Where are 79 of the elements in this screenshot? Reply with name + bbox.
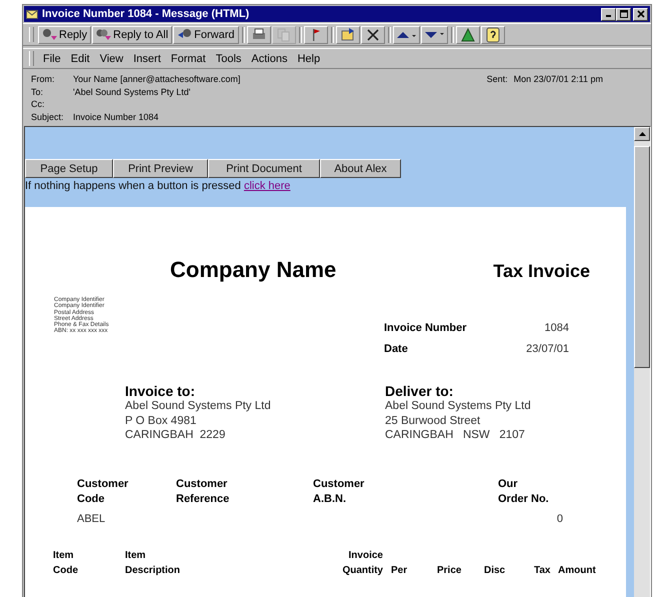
column-header: Price xyxy=(437,564,462,578)
page-button[interactable]: About Alex xyxy=(320,159,401,178)
address-heading: Deliver to: xyxy=(385,383,454,399)
maximize-button[interactable] xyxy=(616,8,631,20)
column-header: Our Order No. xyxy=(498,476,550,506)
maximize-icon xyxy=(620,10,628,18)
column-header: Item Code xyxy=(53,548,78,578)
page-button[interactable]: Print Document xyxy=(208,159,320,178)
address-line: CARINGBAH NSW 2107 xyxy=(385,428,526,442)
company-name: Company Name xyxy=(170,257,336,283)
column-header: Item Description xyxy=(125,548,180,578)
delete-icon xyxy=(364,26,380,42)
printer-button[interactable] xyxy=(246,26,270,44)
menu-item[interactable]: Insert xyxy=(128,52,166,64)
help-icon xyxy=(484,26,500,42)
field-label: Invoice Number xyxy=(384,322,467,336)
address-line: CARINGBAH 2229 xyxy=(125,428,226,442)
reply-all-icon xyxy=(96,26,112,42)
menu-item[interactable]: Format xyxy=(166,52,211,64)
close-button[interactable] xyxy=(633,8,648,20)
help-button[interactable] xyxy=(480,26,504,44)
table-cell-text: 0 xyxy=(556,512,563,524)
minimize-icon xyxy=(606,14,611,16)
page-button[interactable]: Page Setup xyxy=(25,159,113,178)
menu-item[interactable]: Actions xyxy=(246,52,292,64)
link[interactable]: click here xyxy=(244,180,290,192)
field-value: Your Name [anner@attachesoftware.com] xyxy=(73,73,240,86)
menu-item[interactable]: Help xyxy=(292,52,326,64)
down-arrow-button[interactable] xyxy=(420,26,448,44)
field-label: To: xyxy=(31,86,44,98)
scroll-up-icon[interactable] xyxy=(638,132,646,136)
address-line: Abel Sound Systems Pty Ltd xyxy=(125,399,272,414)
table-cell-text: ABEL xyxy=(77,512,106,524)
down-arrow-icon xyxy=(424,32,444,38)
column-header: Tax xyxy=(534,564,550,578)
column-header: Customer Code xyxy=(77,476,130,506)
folder-button[interactable] xyxy=(336,26,360,44)
column-header: Customer A.B.N. xyxy=(313,476,366,506)
toolbar-button[interactable]: Forward xyxy=(173,26,238,44)
field-label: Date xyxy=(384,343,408,357)
minimize-button[interactable] xyxy=(601,8,616,20)
field-value: Mon 23/07/01 2:11 pm xyxy=(514,73,603,86)
menu-item[interactable]: Edit xyxy=(66,52,95,64)
toolbar-button[interactable]: Reply to All xyxy=(92,26,172,44)
field-label: From: xyxy=(31,73,56,86)
field-value: 1084 xyxy=(544,322,569,336)
scrollbar[interactable] xyxy=(634,127,650,597)
up-arrow-button[interactable] xyxy=(392,26,420,44)
delete-button[interactable] xyxy=(360,26,384,44)
address-line: P O Box 4981 xyxy=(125,414,198,428)
folder-icon xyxy=(340,26,356,42)
copy-icon xyxy=(276,26,292,42)
field-value: Invoice Number 1084 xyxy=(73,110,159,123)
reply-icon xyxy=(42,26,58,42)
column-header: Per xyxy=(391,564,408,578)
document-title: Tax Invoice xyxy=(493,261,590,282)
column-header: Disc xyxy=(484,564,506,578)
help-text: If nothing happens when a button is pressed click here xyxy=(25,180,292,192)
envelope-icon xyxy=(26,10,38,18)
page-button[interactable]: Print Preview xyxy=(113,159,208,178)
field-label: Subject: xyxy=(31,110,65,123)
address-line: Abel Sound Systems Pty Ltd xyxy=(385,399,531,414)
menu-item[interactable]: File xyxy=(38,52,66,64)
field-value: 'Abel Sound Systems Pty Ltd' xyxy=(73,86,190,98)
window-title: Invoice Number 1084 - Message (HTML) xyxy=(42,8,250,20)
menu-item[interactable]: View xyxy=(94,52,128,64)
column-header: Amount xyxy=(558,564,596,578)
toolbar-button[interactable]: Reply xyxy=(38,26,92,44)
address-heading: Invoice to: xyxy=(125,383,196,399)
column-header: Customer Reference xyxy=(176,476,230,506)
menu-item[interactable]: Tools xyxy=(210,52,246,64)
address-line: 25 Burwood Street xyxy=(385,414,482,428)
field-label: Cc: xyxy=(31,98,46,110)
column-header: Invoice Quantity xyxy=(342,548,383,578)
flag-button[interactable] xyxy=(304,26,328,44)
close-icon xyxy=(636,10,644,18)
field-value: 23/07/01 xyxy=(526,343,569,357)
field-label: Sent: xyxy=(486,73,508,86)
up-arrow-icon xyxy=(396,32,416,38)
